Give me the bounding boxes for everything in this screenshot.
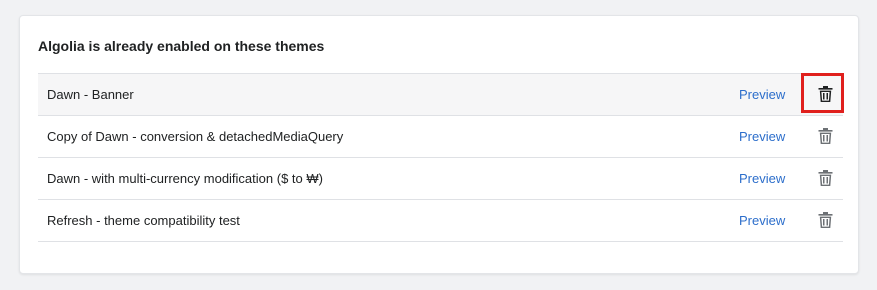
theme-name: Refresh - theme compatibility test bbox=[47, 213, 240, 228]
preview-link[interactable]: Preview bbox=[739, 129, 785, 144]
section-title: Algolia is already enabled on these them… bbox=[38, 38, 325, 54]
trash-icon bbox=[818, 212, 832, 228]
theme-list: Dawn - Banner Preview Copy of Dawn - con… bbox=[38, 73, 844, 242]
delete-button[interactable] bbox=[814, 83, 836, 105]
delete-button[interactable] bbox=[814, 167, 836, 189]
theme-row: Refresh - theme compatibility test Previ… bbox=[38, 200, 843, 242]
theme-row: Copy of Dawn - conversion & detachedMedi… bbox=[38, 116, 843, 158]
trash-icon bbox=[818, 128, 832, 144]
themes-card: Algolia is already enabled on these them… bbox=[19, 15, 859, 274]
theme-name: Dawn - Banner bbox=[47, 87, 134, 102]
trash-icon bbox=[818, 86, 832, 102]
delete-button[interactable] bbox=[814, 209, 836, 231]
theme-row: Dawn - Banner Preview bbox=[38, 73, 844, 116]
delete-button[interactable] bbox=[814, 125, 836, 147]
theme-row: Dawn - with multi-currency modification … bbox=[38, 158, 843, 200]
preview-link[interactable]: Preview bbox=[739, 171, 785, 186]
preview-link[interactable]: Preview bbox=[739, 213, 785, 228]
preview-link[interactable]: Preview bbox=[739, 87, 785, 102]
theme-name: Copy of Dawn - conversion & detachedMedi… bbox=[47, 129, 344, 144]
theme-name: Dawn - with multi-currency modification … bbox=[47, 171, 323, 186]
trash-icon bbox=[818, 170, 832, 186]
